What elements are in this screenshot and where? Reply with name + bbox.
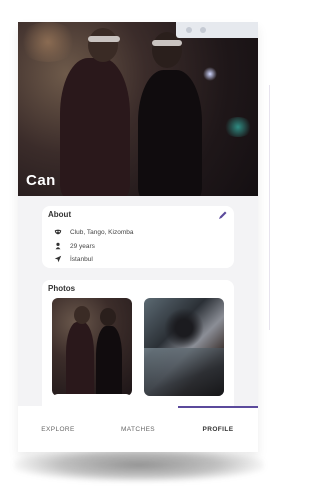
background-light — [223, 117, 253, 137]
phone-screen: Can About Club, Tango, Kizomba 29 years … — [18, 22, 258, 452]
tab-matches[interactable]: MATCHES — [98, 406, 178, 452]
person-figure — [66, 322, 94, 396]
tab-explore[interactable]: EXPLORE — [18, 406, 98, 452]
photos-card: Photos — [42, 280, 234, 406]
next-card-peek — [52, 394, 132, 406]
about-row-age: 29 years — [54, 242, 95, 250]
person-head — [100, 308, 116, 326]
about-location-text: İstanbul — [70, 255, 93, 263]
photo-thumbnail[interactable] — [144, 298, 224, 396]
person-figure — [60, 58, 130, 196]
person-figure — [96, 326, 122, 396]
profile-hero-photo: Can — [18, 22, 258, 196]
device-topbar — [176, 22, 258, 38]
bottom-navigation: EXPLORE MATCHES PROFILE — [18, 406, 258, 452]
photos-title: Photos — [48, 284, 76, 293]
photo-detail — [164, 308, 204, 348]
status-dot — [186, 27, 192, 33]
tab-profile[interactable]: PROFILE — [178, 406, 258, 452]
mask-icon — [54, 229, 62, 235]
device-shadow — [14, 448, 264, 482]
about-card: About Club, Tango, Kizomba 29 years İsta… — [42, 206, 234, 268]
device-edge — [269, 85, 270, 330]
person-icon — [55, 242, 61, 250]
about-title: About — [48, 210, 72, 219]
about-row-location: İstanbul — [54, 255, 93, 263]
person-figure — [138, 70, 202, 196]
person-head — [74, 306, 90, 324]
person-head — [88, 28, 118, 62]
about-row-dances: Club, Tango, Kizomba — [54, 228, 133, 236]
status-dot — [200, 27, 206, 33]
profile-content[interactable]: About Club, Tango, Kizomba 29 years İsta… — [18, 196, 258, 406]
about-dances-text: Club, Tango, Kizomba — [70, 228, 134, 236]
photo-detail — [144, 348, 224, 396]
about-age-text: 29 years — [70, 242, 95, 250]
photo-thumbnail[interactable] — [52, 298, 132, 396]
profile-name: Can — [26, 172, 56, 189]
masquerade-mask — [88, 36, 120, 42]
location-arrow-icon — [54, 255, 62, 263]
background-light — [203, 67, 217, 81]
masquerade-mask — [152, 40, 182, 46]
edit-pencil-icon[interactable] — [218, 210, 228, 220]
background-light — [18, 22, 78, 62]
